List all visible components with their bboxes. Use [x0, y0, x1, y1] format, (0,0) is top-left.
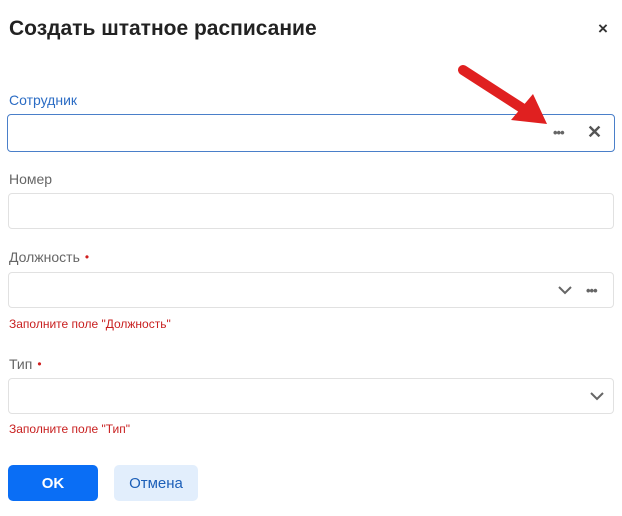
chevron-down-icon[interactable]: [590, 391, 604, 401]
close-icon[interactable]: ×: [598, 20, 608, 37]
required-mark: •: [84, 250, 90, 264]
position-input[interactable]: [15, 277, 539, 305]
number-field[interactable]: [8, 193, 614, 229]
number-label: Номер: [9, 171, 53, 187]
type-select[interactable]: [8, 378, 614, 414]
annotation-arrow-icon: [458, 65, 547, 124]
more-dots-icon[interactable]: •••: [586, 284, 598, 297]
chevron-down-icon[interactable]: [558, 285, 572, 295]
ok-button[interactable]: OK: [8, 465, 98, 501]
cancel-button[interactable]: Отмена: [114, 465, 198, 501]
clear-icon[interactable]: ✕: [587, 123, 602, 141]
position-label-text: Должность: [9, 249, 80, 265]
position-select[interactable]: •••: [8, 272, 614, 308]
employee-label: Сотрудник: [9, 92, 78, 108]
type-label: Тип •: [9, 356, 42, 372]
position-label: Должность •: [9, 249, 89, 265]
number-input[interactable]: [15, 198, 539, 226]
type-label-text: Тип: [9, 356, 33, 372]
type-error: Заполните поле "Тип": [9, 422, 130, 436]
type-input[interactable]: [15, 383, 539, 411]
required-mark: •: [37, 357, 42, 371]
dialog-title: Создать штатное расписание: [9, 17, 317, 40]
position-error: Заполните поле "Должность": [9, 317, 171, 331]
